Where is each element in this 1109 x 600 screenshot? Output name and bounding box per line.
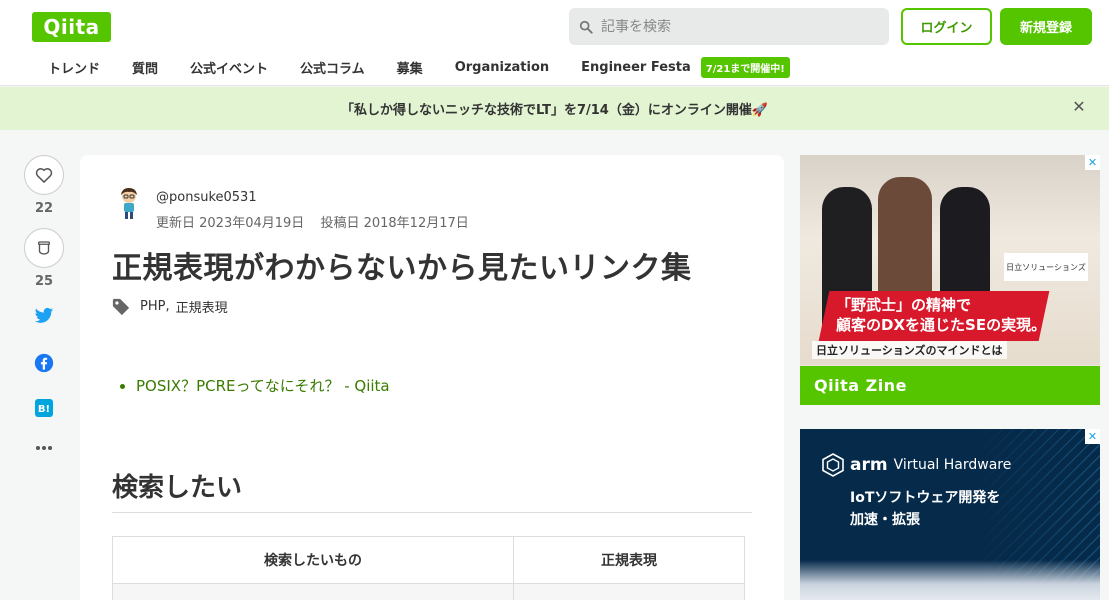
tag-php[interactable]: PHP [140,299,165,314]
ad-clouds [800,560,1100,600]
nav-item-question[interactable]: 質問 [132,58,158,77]
site-header: Qiita ログイン 新規登録 トレンド 質問 公式イベント 公式コラム 募集 … [0,0,1109,86]
more-options[interactable] [22,445,66,451]
more-horizontal-icon [36,446,52,450]
facebook-share[interactable] [22,353,66,373]
updated-date: 更新日 2023年04月19日 [156,216,305,231]
arm-logo-text: arm [850,455,888,475]
ad-copy-line: IoTソフトウェア開発を [850,490,1001,506]
like-button[interactable] [24,155,64,195]
nav-item-recruit[interactable]: 募集 [397,58,423,77]
list-item: POSIX？PCREってなにそれ？ - Qiita [136,375,390,396]
ad-copy-line: 「野武士」の精神で [836,296,972,314]
ad-copy: IoTソフトウェア開発を 加速・拡張 [850,487,1000,531]
search-box[interactable] [569,8,889,45]
nav-item-official-column[interactable]: 公式コラム [300,58,365,77]
regex-table: 検索したいもの 正規表現 [111,536,745,600]
like-count: 22 [34,201,54,216]
posix-pcre-link[interactable]: POSIX？PCREってなにそれ？ - Qiita [136,377,390,395]
tag-list: PHP , 正規表現 [112,297,228,316]
twitter-share[interactable] [22,307,66,325]
ad-subcopy: 日立ソリューションズのマインドとは [812,341,1007,359]
nav-item-organization[interactable]: Organization [455,60,549,75]
heart-icon [35,168,53,183]
table-cell [513,583,745,600]
article-title: 正規表現がわからないから見たいリンク集 [112,251,692,286]
tag-icon [112,298,130,315]
banner-text[interactable]: 「私しか得しないニッチな技術でLT」を7/14（金）にオンライン開催🚀 [341,99,768,118]
hatena-bookmark-icon: B! [35,399,53,417]
qiita-logo[interactable]: Qiita [32,12,111,42]
arm-hexagon-icon [822,453,844,477]
signup-button[interactable]: 新規登録 [1000,8,1092,45]
arm-brand: arm Virtual Hardware [822,453,1011,477]
search-icon [579,20,593,34]
qiita-zine-label: Qiita Zine [800,366,1100,405]
article-card: @ponsuke0531 更新日 2023年04月19日 投稿日 2018年12… [80,155,784,600]
svg-text:B!: B! [38,404,50,415]
article-dates: 更新日 2023年04月19日 投稿日 2018年12月17日 [156,212,481,231]
ad-close-icon[interactable]: ✕ [1085,155,1100,170]
close-icon[interactable]: ✕ [1071,99,1087,115]
stock-icon [38,241,50,255]
posted-date: 投稿日 2018年12月17日 [320,216,469,231]
nav-item-trend[interactable]: トレンド [48,58,100,77]
tag-regex[interactable]: 正規表現 [176,297,228,316]
hatena-share[interactable]: B! [22,399,66,417]
tag-separator: , [165,299,170,314]
author-name[interactable]: @ponsuke0531 [156,190,257,205]
main-nav: トレンド 質問 公式イベント 公式コラム 募集 Organization Eng… [32,52,790,82]
link-list: POSIX？PCREってなにそれ？ - Qiita [136,375,390,396]
table-row [111,583,745,600]
ad-copy: 「野武士」の精神で 顧客のDXを通じたSEの実現。 [836,295,1046,335]
ad-arm[interactable]: arm Virtual Hardware IoTソフトウェア開発を 加速・拡張 … [800,429,1100,600]
table-header-row: 検索したいもの 正規表現 [111,536,745,584]
ad-sign: 日立ソリューションズ [1004,253,1088,281]
search-input[interactable] [601,18,871,35]
stock-count: 25 [34,274,54,289]
nav-item-official-event[interactable]: 公式イベント [190,58,268,77]
stock-button[interactable] [24,228,64,268]
arm-product-name: Virtual Hardware [893,457,1012,473]
article-actions: 22 25 B! [22,155,66,451]
table-cell [111,583,515,600]
login-button[interactable]: ログイン [901,8,992,45]
table-header-cell: 正規表現 [513,536,745,584]
facebook-icon [34,353,54,373]
avatar[interactable] [116,187,142,221]
table-header-cell: 検索したいもの [111,536,515,584]
ad-copy-line: 顧客のDXを通じたSEの実現。 [836,316,1047,334]
announcement-banner[interactable]: 「私しか得しないニッチな技術でLT」を7/14（金）にオンライン開催🚀 ✕ [0,87,1109,130]
festa-badge: 7/21まで開催中! [700,56,790,78]
section-heading: 検索したい [112,467,752,513]
ad-qiita-zine[interactable]: 日立ソリューションズ 「野武士」の精神で 顧客のDXを通じたSEの実現。 日立ソ… [800,155,1100,405]
ad-close-icon[interactable]: ✕ [1085,429,1100,444]
nav-item-engineer-festa[interactable]: Engineer Festa [581,60,691,75]
twitter-icon [34,307,54,323]
ad-copy-line: 加速・拡張 [850,512,920,528]
